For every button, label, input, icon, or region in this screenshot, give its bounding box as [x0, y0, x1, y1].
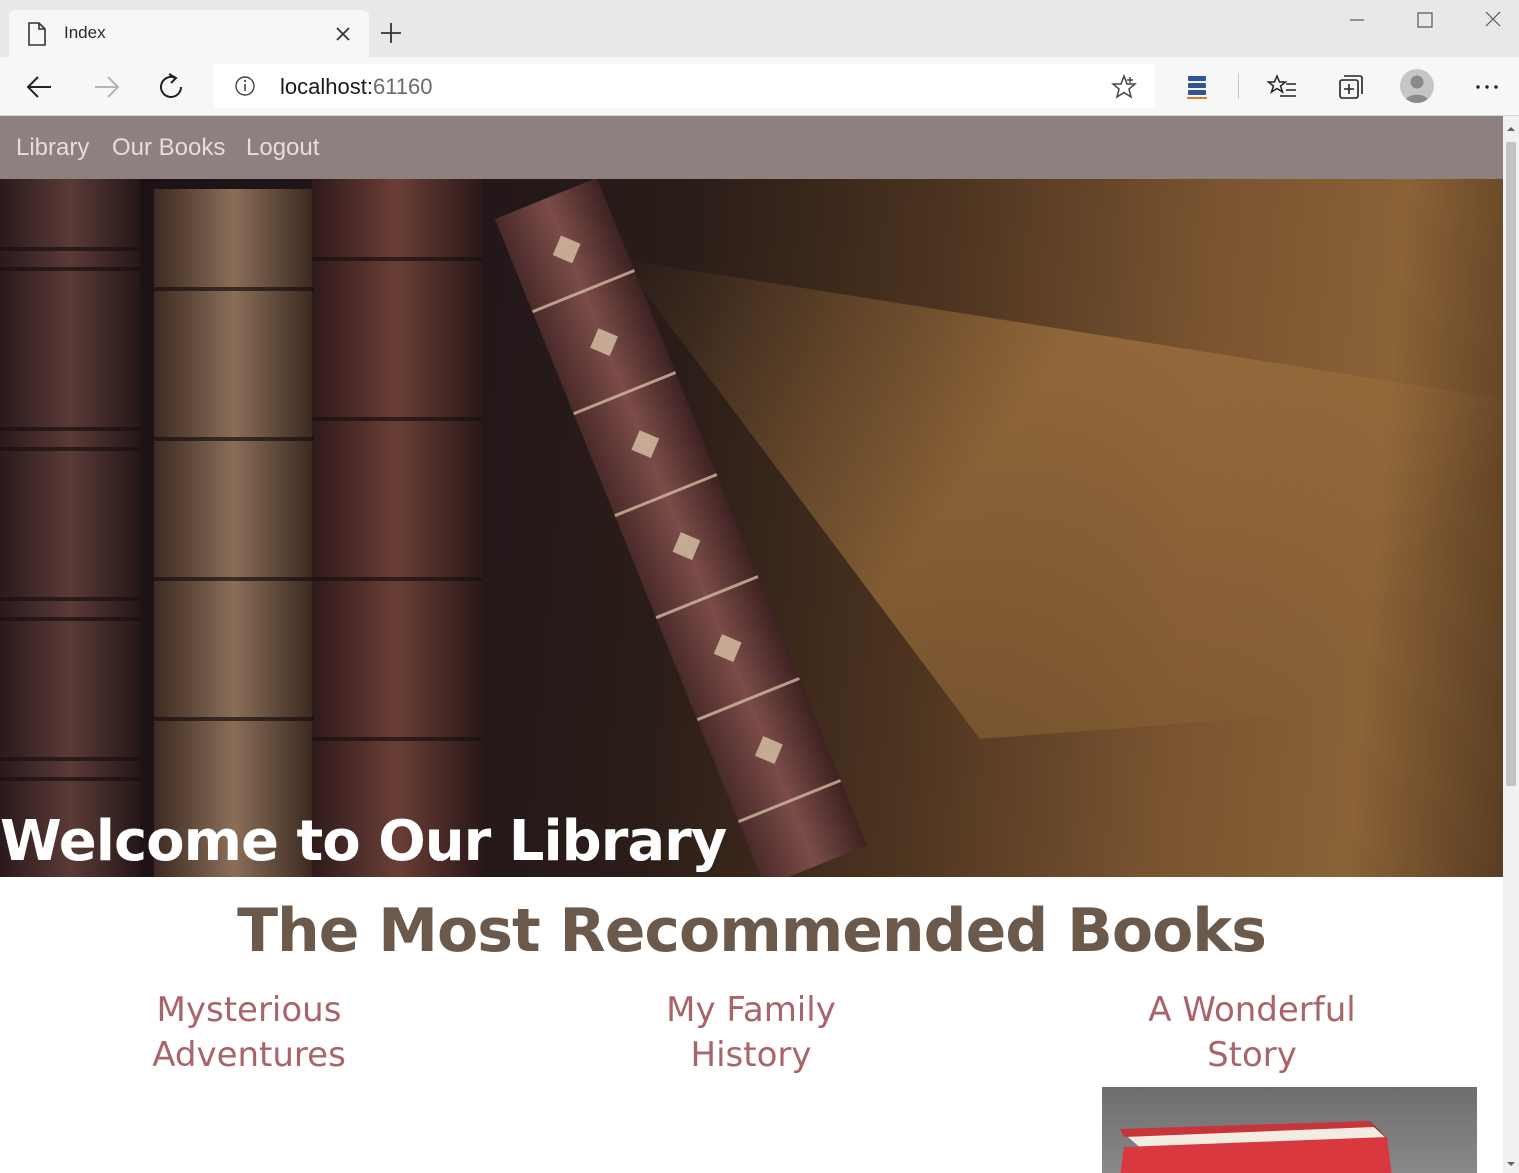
book-title-my-family-history[interactable]: My Family History [591, 988, 911, 1078]
book-title-line: Story [1207, 1035, 1297, 1075]
address-bar[interactable]: localhost:61160 [214, 64, 1155, 108]
maximize-icon[interactable] [1410, 8, 1440, 34]
window-close-icon[interactable] [1478, 8, 1508, 34]
close-tab-icon[interactable] [332, 23, 354, 45]
vertical-scrollbar[interactable] [1503, 116, 1519, 1173]
user-icon [1404, 75, 1430, 103]
book-title-line: Mysterious [156, 990, 342, 1030]
nav-link-library[interactable]: Library [16, 134, 89, 162]
book-title-line: Adventures [152, 1035, 346, 1075]
browser-toolbar: localhost:61160 [0, 57, 1519, 116]
book-title-a-wonderful-story[interactable]: A Wonderful Story [1092, 988, 1412, 1078]
browser-tabstrip: Index [0, 0, 1519, 57]
minimize-icon[interactable] [1342, 8, 1372, 34]
extension-icon[interactable] [1180, 70, 1214, 104]
book-title-line: A Wonderful [1148, 990, 1356, 1030]
page-viewport: Library Our Books Logout Welcome to Our … [0, 116, 1503, 1173]
scroll-up-arrow-icon[interactable] [1506, 124, 1516, 134]
browser-tab[interactable]: Index [9, 10, 369, 57]
favorites-list-icon[interactable] [1266, 70, 1300, 104]
book-title-line: My Family [666, 990, 836, 1030]
toolbar-separator [1238, 73, 1239, 99]
red-book-image [1120, 1121, 1392, 1173]
address-host: localhost: [280, 74, 373, 99]
hero-banner: Welcome to Our Library [0, 179, 1503, 877]
tab-title: Index [64, 23, 106, 42]
profile-avatar[interactable] [1400, 69, 1434, 103]
nav-link-logout[interactable]: Logout [246, 134, 319, 162]
hero-image [0, 179, 1503, 877]
book-cover-image[interactable] [1102, 1087, 1477, 1173]
site-navbar: Library Our Books Logout [0, 116, 1503, 179]
info-icon[interactable] [234, 75, 256, 97]
address-port: 61160 [372, 74, 433, 99]
page-icon [28, 22, 46, 46]
collections-icon[interactable] [1332, 70, 1366, 104]
new-tab-icon[interactable] [378, 20, 404, 46]
back-arrow-icon[interactable] [23, 70, 57, 104]
scroll-down-arrow-icon[interactable] [1506, 1159, 1516, 1169]
recommended-heading: The Most Recommended Books [237, 896, 1267, 966]
nav-link-our-books[interactable]: Our Books [112, 134, 225, 162]
more-options-icon[interactable] [1470, 70, 1504, 104]
hero-title: Welcome to Our Library [0, 809, 727, 874]
book-title-mysterious-adventures[interactable]: Mysterious Adventures [89, 988, 409, 1078]
favorite-star-icon[interactable] [1111, 74, 1137, 100]
scrollbar-thumb[interactable] [1506, 142, 1516, 786]
book-title-line: History [690, 1035, 812, 1075]
refresh-icon[interactable] [155, 70, 189, 104]
forward-arrow-icon[interactable] [89, 70, 123, 104]
address-text: localhost:61160 [280, 74, 433, 100]
